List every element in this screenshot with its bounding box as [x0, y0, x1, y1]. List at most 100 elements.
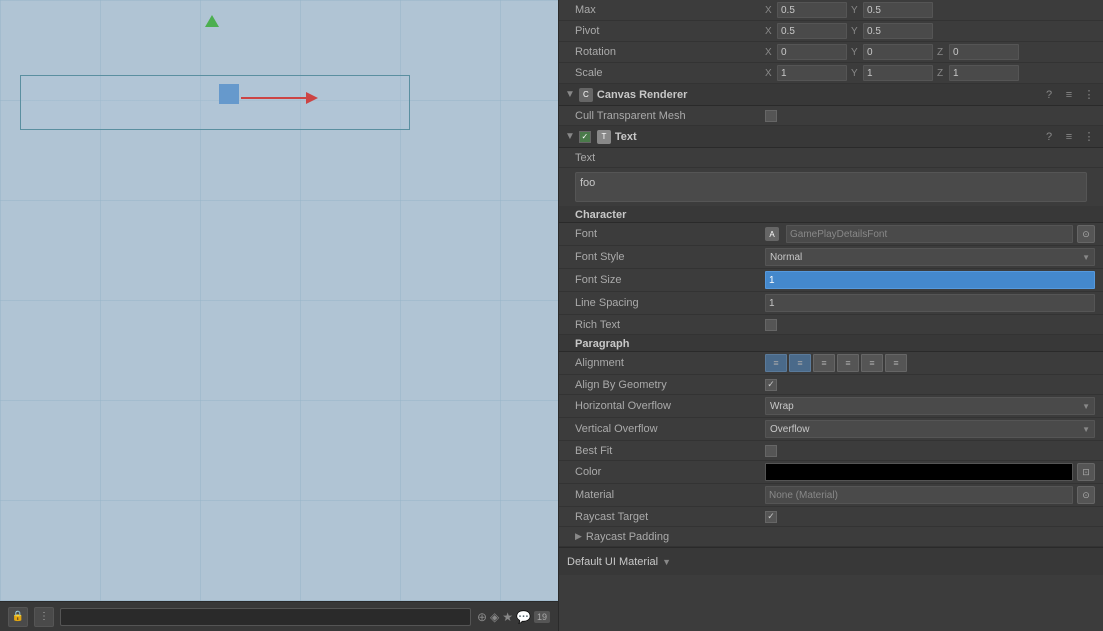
add-icon[interactable]: ⊕ [477, 610, 487, 624]
pivot-y-item: Y [851, 23, 933, 39]
rot-x-item: X [765, 44, 847, 60]
font-style-dropdown[interactable]: Normal ▼ [765, 248, 1095, 266]
font-size-input[interactable] [765, 271, 1095, 289]
text-input-area[interactable]: foo [575, 172, 1087, 202]
line-spacing-input[interactable] [765, 294, 1095, 312]
cull-transparent-checkbox[interactable] [765, 110, 777, 122]
toolbar-icon-group: ⊕ ◈ ★ 💬 19 [477, 610, 550, 624]
color-label: Color [575, 466, 765, 478]
font-size-row: Font Size [559, 269, 1103, 292]
align-top-left-button[interactable]: ≡ [765, 354, 787, 372]
text-prop-row: Text [559, 148, 1103, 168]
material-row: Material None (Material) ⊙ [559, 484, 1103, 507]
pivot-x-input[interactable] [777, 23, 847, 39]
max-coords: X Y [765, 2, 1095, 18]
vertical-overflow-value: Overflow ▼ [765, 420, 1095, 438]
scene-panel: 🔒 ⋮ ⊕ ◈ ★ 💬 19 [0, 0, 558, 631]
max-y-input[interactable] [863, 2, 933, 18]
star-icon[interactable]: ★ [502, 610, 513, 624]
scene-blue-square [219, 84, 239, 104]
text-component-title: Text [615, 131, 1037, 143]
text-component-toggle[interactable]: ▼ [565, 131, 575, 142]
canvas-renderer-help-button[interactable]: ? [1041, 89, 1057, 101]
horizontal-overflow-dropdown[interactable]: Wrap ▼ [765, 397, 1095, 415]
tag-icon[interactable]: ◈ [490, 610, 499, 624]
canvas-renderer-settings-button[interactable]: ≡ [1061, 89, 1077, 101]
align-by-geometry-label: Align By Geometry [575, 379, 765, 391]
pivot-y-input[interactable] [863, 23, 933, 39]
material-select-button[interactable]: ⊙ [1077, 486, 1095, 504]
vertical-overflow-label: Vertical Overflow [575, 423, 765, 435]
font-size-label: Font Size [575, 274, 765, 286]
align-by-geometry-checkbox[interactable] [765, 379, 777, 391]
raycast-target-checkbox[interactable] [765, 511, 777, 523]
line-spacing-row: Line Spacing [559, 292, 1103, 315]
text-settings-button[interactable]: ≡ [1061, 131, 1077, 143]
rotation-x-input[interactable] [777, 44, 847, 60]
raycast-padding-row[interactable]: ▶ Raycast Padding [559, 527, 1103, 547]
horizontal-overflow-dropdown-arrow: ▼ [1082, 402, 1090, 411]
alignment-label: Alignment [575, 357, 765, 369]
sx-label: X [765, 68, 775, 79]
py-label: Y [851, 26, 861, 37]
max-label: Max [575, 4, 765, 16]
horizontal-overflow-label: Horizontal Overflow [575, 400, 765, 412]
rotation-row: Rotation X Y Z [559, 42, 1103, 63]
horizontal-overflow-row: Horizontal Overflow Wrap ▼ [559, 395, 1103, 418]
scale-y-item: Y [851, 65, 933, 81]
align-mid-right-button[interactable]: ≡ [885, 354, 907, 372]
sz-label: Z [937, 68, 947, 79]
footer-dropdown-arrow-icon[interactable]: ▼ [662, 557, 671, 567]
vertical-overflow-dropdown[interactable]: Overflow ▼ [765, 420, 1095, 438]
font-style-display: Normal [770, 252, 802, 263]
color-swatch[interactable] [765, 463, 1073, 481]
font-style-label: Font Style [575, 251, 765, 263]
character-subsection: Character [559, 206, 1103, 223]
rotation-z-input[interactable] [949, 44, 1019, 60]
text-more-button[interactable]: ⋮ [1081, 130, 1097, 143]
scene-view[interactable] [0, 0, 558, 601]
scale-y-input[interactable] [863, 65, 933, 81]
material-label: Material [575, 489, 765, 501]
chat-icon[interactable]: 💬 [516, 610, 531, 624]
more-button[interactable]: ⋮ [34, 607, 54, 627]
search-input[interactable] [60, 608, 471, 626]
text-component-icon: T [597, 130, 611, 144]
font-select-button[interactable]: ⊙ [1077, 225, 1095, 243]
max-x-input[interactable] [777, 2, 847, 18]
font-style-dropdown-arrow: ▼ [1082, 253, 1090, 262]
raycast-target-row: Raycast Target [559, 507, 1103, 527]
y-label: Y [851, 5, 861, 16]
max-y-item: Y [851, 2, 933, 18]
pivot-value: X Y [765, 23, 1095, 39]
font-size-value [765, 271, 1095, 289]
rz-label: Z [937, 47, 947, 58]
scale-z-input[interactable] [949, 65, 1019, 81]
align-top-center-button[interactable]: ≡ [789, 354, 811, 372]
rich-text-checkbox[interactable] [765, 319, 777, 331]
scale-x-input[interactable] [777, 65, 847, 81]
arrow-head [306, 92, 318, 104]
align-top-right-button[interactable]: ≡ [813, 354, 835, 372]
text-help-button[interactable]: ? [1041, 131, 1057, 143]
lock-button[interactable]: 🔒 [8, 607, 28, 627]
best-fit-label: Best Fit [575, 445, 765, 457]
canvas-renderer-more-button[interactable]: ⋮ [1081, 88, 1097, 101]
color-picker-button[interactable]: ⊡ [1077, 463, 1095, 481]
canvas-renderer-toggle[interactable]: ▼ [565, 89, 575, 100]
line-spacing-label: Line Spacing [575, 297, 765, 309]
alignment-row: Alignment ≡ ≡ ≡ ≡ ≡ ≡ [559, 352, 1103, 375]
vertical-overflow-dropdown-arrow: ▼ [1082, 425, 1090, 434]
align-mid-center-button[interactable]: ≡ [861, 354, 883, 372]
best-fit-checkbox[interactable] [765, 445, 777, 457]
align-mid-left-button[interactable]: ≡ [837, 354, 859, 372]
rotation-y-input[interactable] [863, 44, 933, 60]
scene-right-arrow [241, 92, 318, 104]
scene-rect-object[interactable] [20, 75, 410, 130]
rx-label: X [765, 47, 775, 58]
arrow-line [241, 97, 306, 99]
font-row: Font A GamePlayDetailsFont ⊙ [559, 223, 1103, 246]
text-component-enable-checkbox[interactable] [579, 131, 591, 143]
rotation-coords: X Y Z [765, 44, 1095, 60]
alignment-value: ≡ ≡ ≡ ≡ ≡ ≡ [765, 354, 1095, 372]
